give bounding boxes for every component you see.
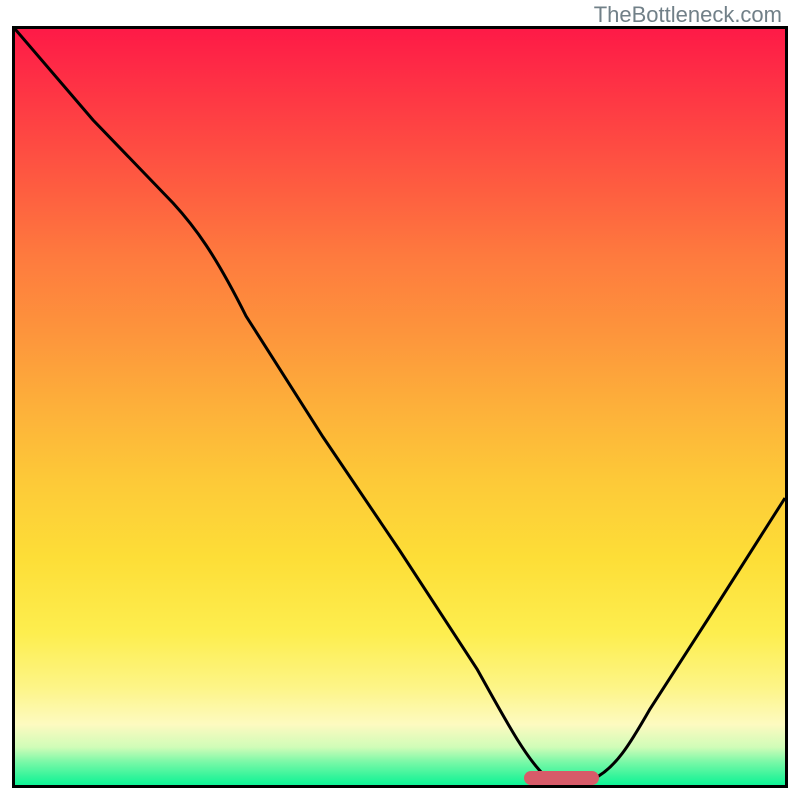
optimal-marker <box>524 771 599 785</box>
watermark-text: TheBottleneck.com <box>594 2 782 28</box>
chart-area <box>12 26 788 788</box>
bottleneck-curve <box>15 29 785 782</box>
chart-curve-svg <box>15 29 785 785</box>
